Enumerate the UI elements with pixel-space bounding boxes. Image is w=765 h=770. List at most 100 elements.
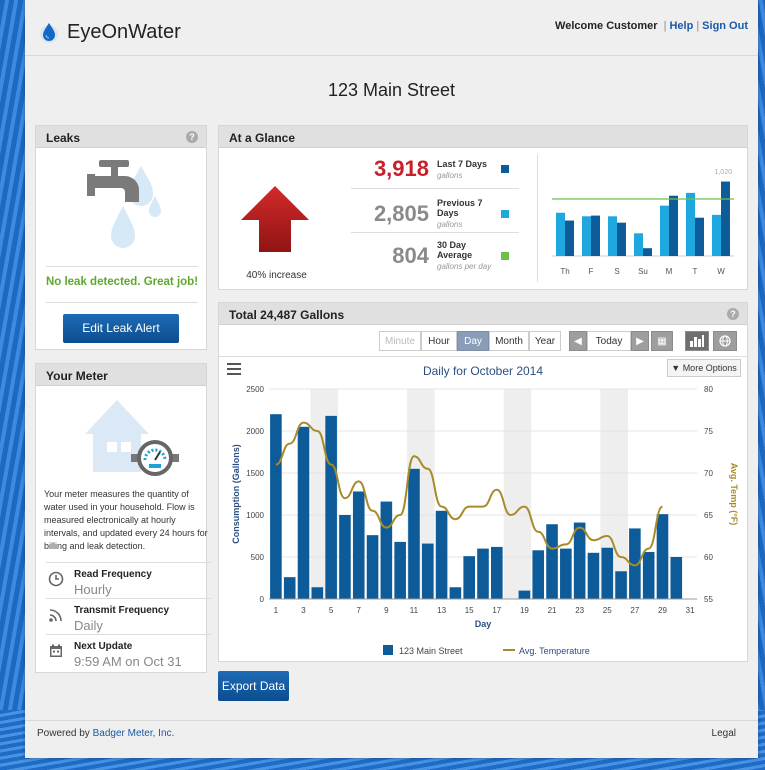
arrow-left-icon[interactable]: ◀: [569, 331, 587, 351]
consumption-bar: [380, 501, 393, 599]
daily-consumption-chart: 050010001500200025005560657075801 3 5 7 9 11 1…: [231, 364, 739, 656]
x-tick-label: 5: [329, 606, 334, 615]
sign-out-link[interactable]: Sign Out: [702, 20, 748, 32]
consumption-bar: [587, 552, 600, 599]
consumption-bar: [366, 535, 379, 599]
period-hour[interactable]: Hour: [421, 331, 457, 351]
consumption-bar: [311, 587, 324, 599]
x-tick-label: 25: [603, 606, 612, 615]
y-tick-label: 2500: [246, 385, 264, 394]
legal-link[interactable]: Legal: [712, 728, 736, 739]
mini-bar-last: [591, 215, 600, 256]
powered-by: Powered by Badger Meter, Inc.: [37, 728, 174, 739]
stat-label: Previous 7 Days: [437, 198, 483, 218]
legend-swatch: [501, 165, 509, 173]
footer: Powered by Badger Meter, Inc. Legal: [25, 720, 758, 746]
edit-leak-alert-button[interactable]: Edit Leak Alert: [63, 314, 179, 343]
y-axis-title: Consumption (Gallons): [231, 444, 241, 544]
consumption-bar: [560, 548, 572, 599]
calendar-grid-icon[interactable]: ▦: [651, 331, 673, 351]
consumption-bar: [656, 514, 669, 599]
mini-bar-last: [643, 248, 652, 256]
mini-bar-last: [669, 195, 678, 256]
stat-unit: gallons: [437, 220, 463, 229]
mini-bar-last: [721, 181, 730, 256]
x-tick-label: 31: [686, 606, 695, 615]
read-frequency-label: Read Frequency: [74, 569, 152, 580]
consumption-bar: [421, 543, 434, 599]
top-bar: EyeOnWater Welcome Customer | Help | Sign O…: [25, 0, 758, 56]
brand-name: EyeOnWater: [67, 20, 181, 43]
y2-tick-label: 80: [704, 385, 713, 394]
x-tick-label: 9: [384, 606, 389, 615]
period-year[interactable]: Year: [529, 331, 561, 351]
mini-bar-previous: [608, 216, 617, 256]
y-tick-label: 0: [260, 595, 265, 604]
meter-header: Your Meter: [36, 364, 206, 386]
consumption-bar: [670, 557, 683, 599]
globe-glyph: [719, 335, 731, 347]
arrow-right-icon[interactable]: ▶: [631, 331, 649, 351]
stat-label: 30 Day Average: [437, 240, 473, 260]
meter-title: Your Meter: [46, 369, 108, 383]
badger-meter-link[interactable]: Badger Meter, Inc.: [93, 728, 175, 739]
glance-header: At a Glance: [219, 126, 747, 148]
consumption-bar: [297, 426, 310, 599]
x-tick-label: 15: [465, 606, 474, 615]
export-data-button[interactable]: Export Data: [218, 671, 289, 701]
y-tick-label: 500: [251, 553, 265, 562]
y2-tick-label: 60: [704, 553, 713, 562]
mini-bar-last: [565, 220, 574, 256]
consumption-bar: [408, 468, 420, 599]
x-tick-label: 11: [410, 606, 419, 615]
read-frequency-value: Hourly: [74, 582, 112, 597]
stat-unit: gallons per day: [437, 262, 492, 271]
weekend-band: [614, 389, 628, 599]
question-icon[interactable]: ?: [727, 308, 739, 320]
logo[interactable]: EyeOnWater: [39, 20, 181, 44]
y2-tick-label: 70: [704, 469, 713, 478]
question-icon[interactable]: ?: [186, 131, 198, 143]
trend-label: 40% increase: [246, 270, 307, 281]
x-tick-label: 23: [575, 606, 584, 615]
today-button[interactable]: Today: [587, 331, 631, 351]
legend-swatch-consumption: [383, 645, 393, 655]
period-minute[interactable]: Minute: [379, 331, 421, 351]
period-day[interactable]: Day: [457, 331, 489, 351]
powered-by-text: Powered by: [37, 728, 93, 739]
mini-day-label: T: [693, 267, 698, 276]
x-tick-label: 29: [658, 606, 667, 615]
weekend-band: [503, 389, 518, 599]
mini-bar-previous: [582, 216, 591, 256]
transmit-frequency-label: Transmit Frequency: [74, 605, 170, 616]
x-tick-label: 21: [548, 606, 557, 615]
divider: [46, 266, 198, 267]
y2-tick-label: 65: [704, 511, 713, 520]
consumption-bar: [573, 522, 586, 599]
stat-meta: 30 Day Average gallons per day: [437, 240, 499, 271]
bar-chart-icon[interactable]: [685, 331, 709, 351]
stat-meta: Last 7 Days gallons: [437, 159, 499, 180]
consumption-bar: [615, 571, 627, 599]
consumption-bar: [283, 577, 296, 599]
period-month[interactable]: Month: [489, 331, 529, 351]
consumption-bar: [532, 550, 545, 599]
leaks-panel: Leaks ? No leak detected. Great job! Edi…: [35, 125, 207, 350]
page-container: EyeOnWater Welcome Customer | Help | Sign O…: [25, 0, 758, 758]
glance-title: At a Glance: [229, 131, 296, 145]
y-tick-label: 2000: [246, 427, 264, 436]
calendar-icon: [50, 644, 62, 657]
globe-icon[interactable]: [713, 331, 737, 351]
consumption-bar: [463, 556, 475, 599]
stat-last-7-days: 3,918 Last 7 Days gallons: [349, 156, 509, 182]
mini-day-label: F: [589, 267, 594, 276]
consumption-bar: [270, 414, 282, 599]
y2-axis-title: Avg. Temp (°F): [729, 463, 739, 526]
consumption-bar: [394, 541, 406, 599]
leaks-title: Leaks: [46, 131, 81, 145]
help-link[interactable]: Help: [669, 20, 693, 32]
x-tick-label: 19: [520, 606, 529, 615]
x-axis-title: Day: [475, 619, 492, 629]
stat-value: 804: [392, 242, 429, 268]
divider: [351, 232, 519, 233]
